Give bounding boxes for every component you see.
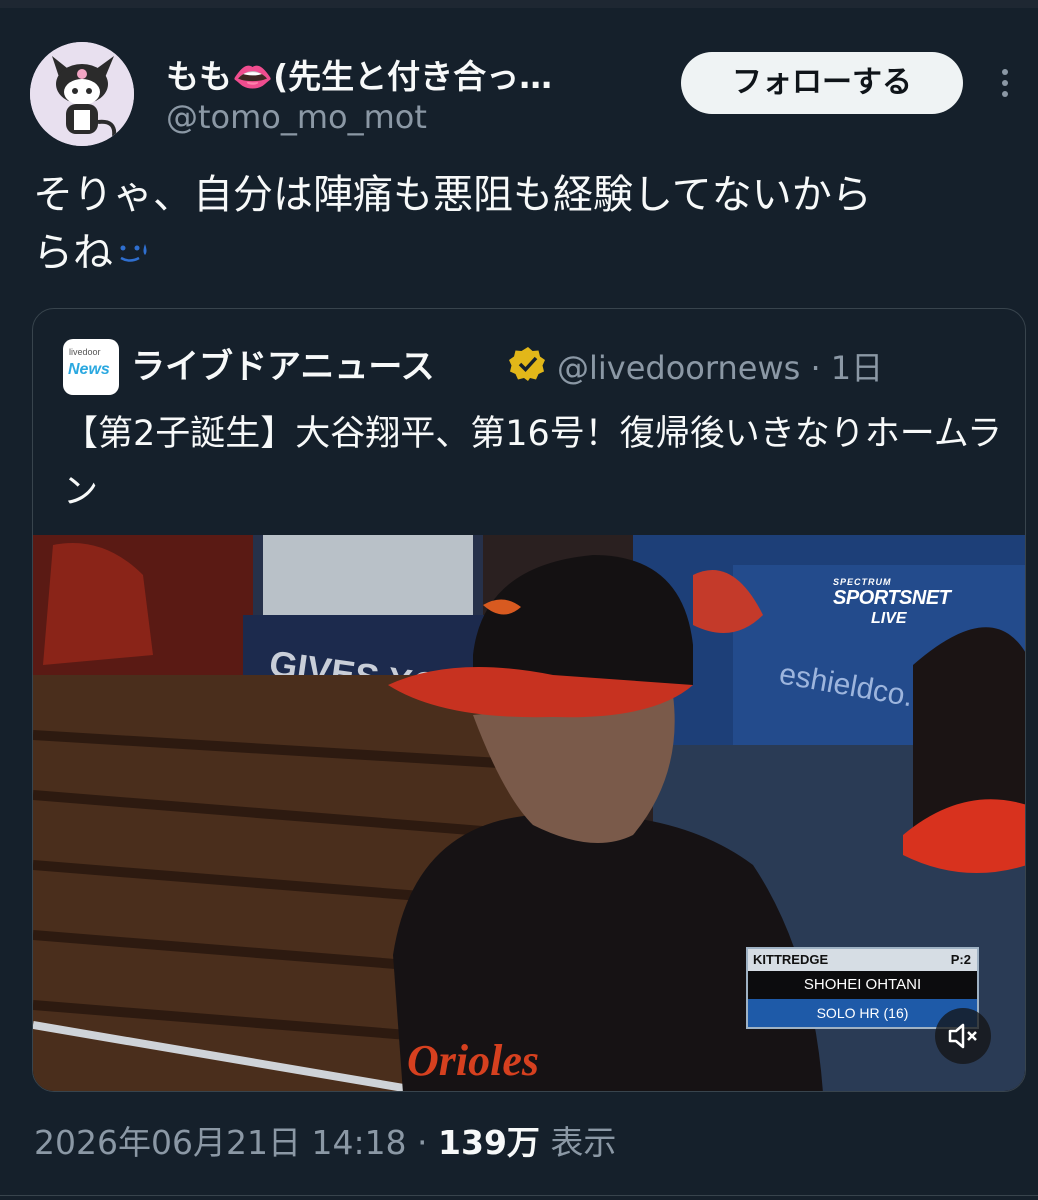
mute-icon[interactable] [935, 1008, 991, 1064]
post-timestamp[interactable]: 2026年06月21日 14:18 · [34, 1123, 438, 1162]
kuromi-avatar-icon[interactable] [30, 42, 134, 146]
logo-line2: News [68, 361, 110, 378]
quoted-post-card[interactable]: livedoor News ライブドアニュース @livedoornews · … [32, 308, 1026, 1092]
view-count: 139万 [438, 1123, 540, 1162]
author-display-name[interactable]: もも👄(先生と付き合っ… [166, 50, 646, 98]
broadcaster-live: LIVE [871, 610, 907, 627]
broadcaster-name: SPORTSNET [833, 587, 951, 609]
views-label: 表示 [539, 1123, 617, 1162]
livedoor-news-logo-icon: livedoor News [63, 339, 119, 395]
post-text: そりゃ、自分は陣痛も悪阻も経験してないから らね [33, 166, 1018, 282]
pitcher-label: KITTREDGE [753, 952, 829, 967]
pitch-count: P:2 [950, 952, 971, 967]
post-text-main: そりゃ、自分は陣痛も悪阻も経験してないから [33, 172, 872, 218]
batter-name: SHOHEI OHTANI [803, 976, 922, 993]
post-header: もも👄(先生と付き合っ… @tomo_mo_mot フォローする [30, 40, 1020, 150]
bottom-divider [0, 1195, 1038, 1196]
quoted-handle-time: @livedoornews · 1日 [557, 349, 884, 387]
top-divider [0, 0, 1038, 8]
follow-button[interactable]: フォローする [681, 52, 963, 114]
more-vertical-icon[interactable] [990, 64, 1020, 104]
sweat-face-emoji-icon [113, 226, 153, 262]
broadcaster-top: SPECTRUM [833, 577, 892, 587]
jersey-text-decor: Orioles [407, 1036, 539, 1085]
verified-badge-icon [509, 345, 547, 383]
quoted-text: 【第2子誕生】大谷翔平、第16号！復帰後いきなりホームラン [63, 414, 1003, 512]
sportsnet-logo: SPECTRUM SPORTSNET LIVE [833, 577, 973, 627]
video-player[interactable]: GIVES YOU eshieldco. Orioles [33, 535, 1025, 1091]
quoted-source-name[interactable]: ライブドアニュース [131, 339, 435, 388]
post-text-tail: らね [33, 230, 113, 276]
post-meta: 2026年06月21日 14:18 · 139万 表示 [34, 1116, 616, 1164]
logo-line1: livedoor [69, 347, 101, 357]
author-handle[interactable]: @tomo_mo_mot [166, 98, 427, 136]
